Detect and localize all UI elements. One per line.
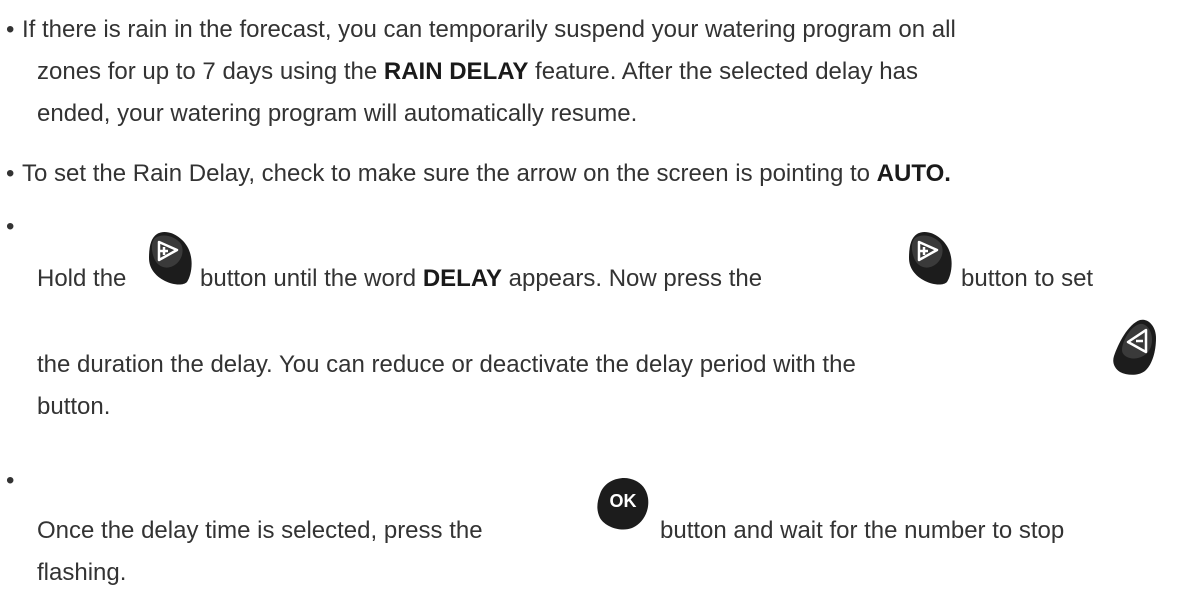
- text: appears. Now press the: [501, 265, 763, 292]
- bullet-item-hold-plus: • Hold the button until the word DELAY a…: [0, 206, 1181, 426]
- text: button until the word DELAY appears. Now…: [200, 258, 762, 300]
- minus-button-icon: [1110, 318, 1158, 385]
- paragraph: To set the Rain Delay, check to make sur…: [22, 153, 951, 195]
- text: button.: [37, 393, 111, 420]
- bullet-dot: •: [6, 213, 15, 240]
- ok-button-icon: OK: [594, 476, 652, 541]
- text: Hold the: [37, 265, 127, 292]
- text: button and wait for the number to stop: [660, 517, 1065, 544]
- bullet-dot: •: [6, 467, 15, 494]
- bullet-dot: •: [6, 16, 15, 43]
- text: button until the word: [200, 265, 423, 292]
- bullet-item-press-ok: • Once the delay time is selected, press…: [0, 460, 1181, 590]
- text: the duration the delay. You can reduce o…: [37, 351, 856, 378]
- plus-button-icon: [147, 230, 193, 295]
- text: To set the Rain Delay, check to make sur…: [22, 160, 877, 187]
- text: button to set: [961, 265, 1094, 292]
- paragraph: If there is rain in the forecast, you ca…: [22, 9, 956, 51]
- text: If there is rain in the forecast, you ca…: [22, 16, 956, 43]
- paragraph: ended, your watering program will automa…: [37, 93, 637, 135]
- ok-label: OK: [610, 491, 637, 511]
- text-bold: AUTO.: [876, 160, 951, 187]
- text: flashing.: [37, 559, 127, 586]
- plus-button-icon: [907, 230, 953, 295]
- text: ended, your watering program will automa…: [37, 100, 638, 127]
- text: zones for up to 7 days using the: [37, 58, 384, 85]
- text-bold: RAIN DELAY: [383, 58, 529, 85]
- bullet-dot: •: [6, 160, 15, 187]
- text: Once the delay time is selected, press t…: [37, 517, 483, 544]
- text: feature. After the selected delay has: [528, 58, 918, 85]
- text-bold: DELAY: [422, 265, 502, 292]
- paragraph: zones for up to 7 days using the RAIN DE…: [37, 51, 918, 93]
